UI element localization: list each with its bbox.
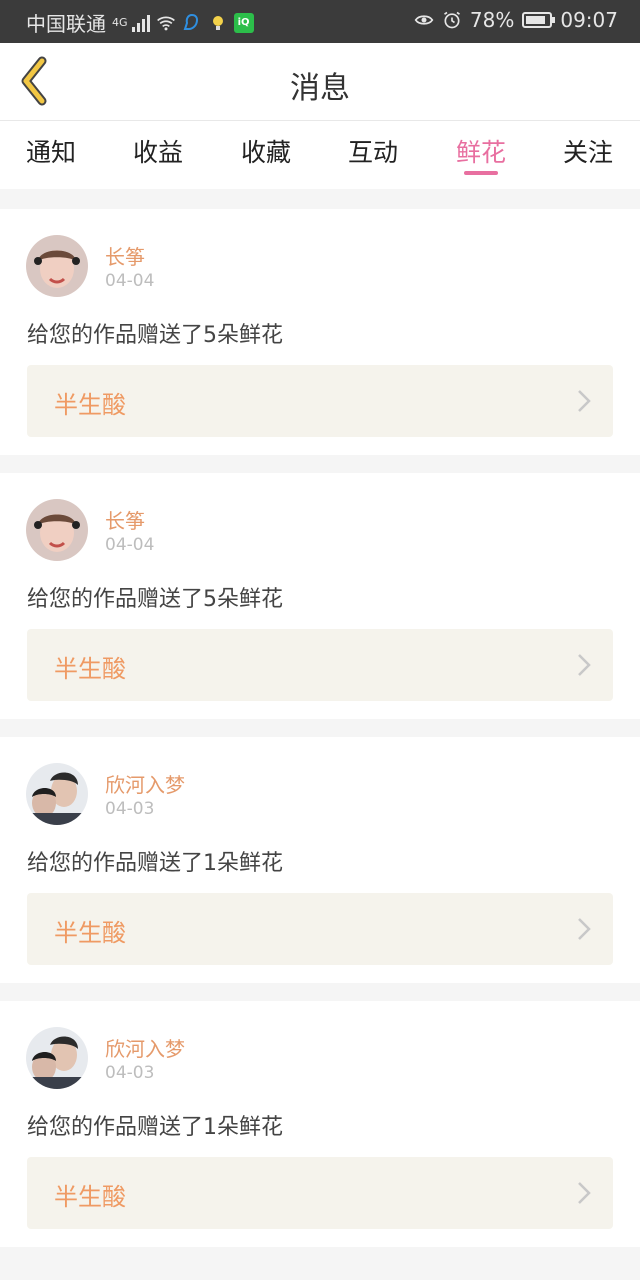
status-bar: 中国联通 4G iQ 78% 09:07 bbox=[0, 0, 640, 43]
tab-follow[interactable]: 关注 bbox=[563, 133, 613, 169]
username[interactable]: 长筝 bbox=[105, 505, 145, 534]
work-link[interactable]: 半生酸 bbox=[27, 629, 613, 701]
user-avatar[interactable] bbox=[26, 235, 88, 297]
username[interactable]: 欣河入梦 bbox=[105, 769, 185, 798]
notification-card: 欣河入梦 04-03 给您的作品赠送了1朵鲜花 半生酸 bbox=[0, 737, 640, 983]
chevron-right-icon bbox=[578, 918, 591, 940]
tab-notice[interactable]: 通知 bbox=[26, 133, 76, 169]
iqiyi-icon: iQ bbox=[233, 12, 254, 33]
carrier-name: 中国联通 bbox=[26, 12, 106, 36]
network-type: 4G bbox=[112, 16, 128, 29]
username[interactable]: 长筝 bbox=[105, 241, 145, 270]
notification-card: 长筝 04-04 给您的作品赠送了5朵鲜花 半生酸 bbox=[0, 209, 640, 455]
light-bulb-icon bbox=[212, 15, 223, 30]
alarm-icon bbox=[443, 11, 460, 29]
notification-date: 04-03 bbox=[105, 1063, 155, 1083]
signal-icon bbox=[131, 14, 150, 32]
work-link[interactable]: 半生酸 bbox=[27, 1157, 613, 1229]
user-avatar[interactable] bbox=[26, 1027, 88, 1089]
notification-date: 04-04 bbox=[105, 271, 155, 291]
notification-message: 给您的作品赠送了1朵鲜花 bbox=[27, 1115, 283, 1140]
chevron-right-icon bbox=[578, 390, 591, 412]
work-title: 半生酸 bbox=[54, 391, 126, 419]
active-tab-indicator bbox=[464, 171, 498, 175]
user-avatar[interactable] bbox=[26, 763, 88, 825]
battery-icon bbox=[522, 12, 556, 28]
notification-date: 04-03 bbox=[105, 799, 155, 819]
work-title: 半生酸 bbox=[54, 1183, 126, 1211]
chevron-right-icon bbox=[578, 654, 591, 676]
eye-icon bbox=[414, 15, 434, 25]
tab-bar: 通知 收益 收藏 互动 鲜花 关注 bbox=[0, 121, 640, 189]
work-title: 半生酸 bbox=[54, 919, 126, 947]
tab-favorites[interactable]: 收藏 bbox=[241, 133, 291, 169]
notification-card: 长筝 04-04 给您的作品赠送了5朵鲜花 半生酸 bbox=[0, 473, 640, 719]
user-avatar[interactable] bbox=[26, 499, 88, 561]
notification-message: 给您的作品赠送了1朵鲜花 bbox=[27, 851, 283, 876]
tab-flowers[interactable]: 鲜花 bbox=[456, 133, 506, 169]
nav-bar: 消息 bbox=[0, 43, 640, 121]
clock: 09:07 bbox=[560, 8, 618, 32]
wifi-icon bbox=[156, 16, 175, 30]
app-notification-icon bbox=[183, 13, 198, 30]
notification-card: 欣河入梦 04-03 给您的作品赠送了1朵鲜花 半生酸 bbox=[0, 1001, 640, 1247]
notification-date: 04-04 bbox=[105, 535, 155, 555]
tab-interaction[interactable]: 互动 bbox=[348, 133, 398, 169]
work-link[interactable]: 半生酸 bbox=[27, 893, 613, 965]
work-link[interactable]: 半生酸 bbox=[27, 365, 613, 437]
page-title: 消息 bbox=[290, 71, 350, 106]
tab-earnings[interactable]: 收益 bbox=[133, 133, 183, 169]
chevron-right-icon bbox=[578, 1182, 591, 1204]
notification-message: 给您的作品赠送了5朵鲜花 bbox=[27, 587, 283, 612]
notification-message: 给您的作品赠送了5朵鲜花 bbox=[27, 323, 283, 348]
username[interactable]: 欣河入梦 bbox=[105, 1033, 185, 1062]
battery-percent: 78% bbox=[469, 8, 515, 32]
work-title: 半生酸 bbox=[54, 655, 126, 683]
